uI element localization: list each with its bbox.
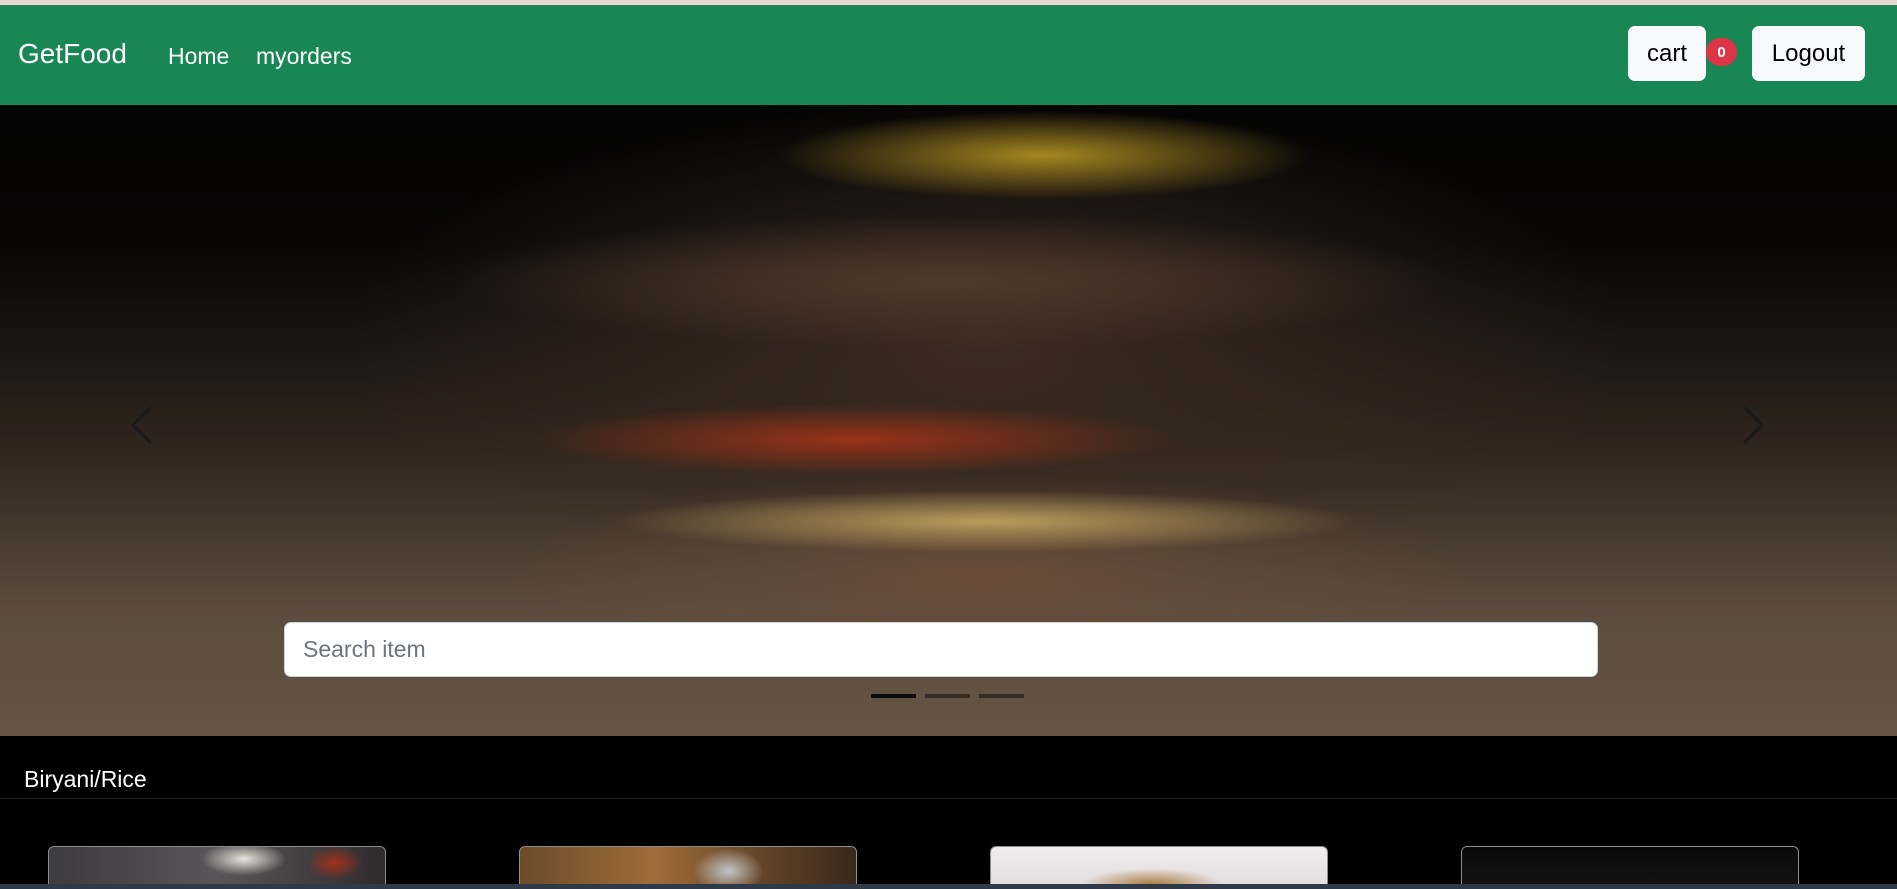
hero-carousel — [0, 105, 1897, 736]
search-input[interactable] — [284, 622, 1598, 677]
carousel-indicator-3[interactable] — [979, 694, 1024, 698]
nav-link-home[interactable]: Home — [168, 43, 229, 70]
food-card[interactable] — [519, 846, 857, 887]
carousel-indicator-1[interactable] — [871, 694, 916, 698]
cart-button[interactable]: cart — [1628, 26, 1706, 81]
chevron-right-icon — [1742, 405, 1765, 445]
window-bottom-edge — [0, 884, 1897, 889]
category-title: Biryani/Rice — [24, 766, 147, 792]
navbar: GetFood Home myorders cart 0 Logout — [0, 5, 1897, 105]
cart-count-badge: 0 — [1706, 38, 1737, 66]
brand-logo[interactable]: GetFood — [18, 38, 127, 70]
chevron-left-icon — [130, 405, 153, 445]
carousel-indicator-2[interactable] — [925, 694, 970, 698]
carousel-prev-button[interactable] — [113, 395, 173, 455]
carousel-next-button[interactable] — [1722, 395, 1782, 455]
food-card[interactable] — [1461, 846, 1799, 887]
logout-button[interactable]: Logout — [1752, 26, 1865, 81]
nav-link-myorders[interactable]: myorders — [256, 43, 352, 70]
category-divider — [0, 798, 1897, 799]
food-card[interactable] — [990, 846, 1328, 887]
food-card[interactable] — [48, 846, 386, 887]
